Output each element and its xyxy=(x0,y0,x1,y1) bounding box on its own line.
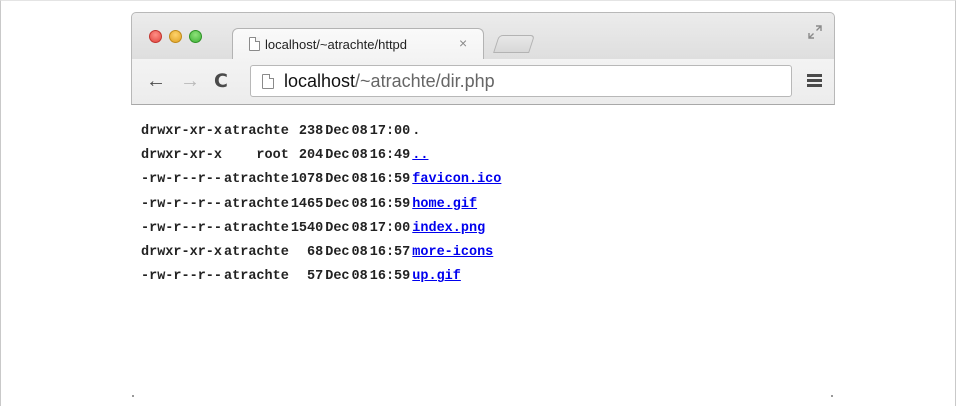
file-day: 08 xyxy=(351,147,368,163)
menu-bar xyxy=(807,84,822,87)
file-link[interactable]: favicon.ico xyxy=(412,172,501,187)
table-row: -rw-r--r-- atrachte 1078 Dec 08 16:59 favicon.… xyxy=(141,168,503,192)
file-day: 08 xyxy=(351,172,368,188)
file-permissions: -rw-r--r-- xyxy=(141,269,223,285)
file-month: Dec xyxy=(325,269,350,285)
file-permissions: drwxr-xr-x xyxy=(141,147,223,163)
file-name-cell[interactable]: index.png xyxy=(412,216,503,240)
minimize-window-icon[interactable] xyxy=(169,30,182,43)
page-icon xyxy=(249,37,260,51)
file-link[interactable]: index.png xyxy=(412,221,485,236)
table-row: -rw-r--r-- atrachte 1465 Dec 08 16:59 home.gif xyxy=(141,192,503,216)
tab-title: localhost/~atrachte/httpd xyxy=(265,37,408,52)
file-time: 17:00 xyxy=(369,220,411,236)
file-owner: root xyxy=(256,147,289,163)
hamburger-menu-icon[interactable] xyxy=(807,74,822,88)
file-day: 08 xyxy=(351,245,368,261)
file-month: Dec xyxy=(325,172,350,188)
file-size: 57 xyxy=(307,269,324,285)
file-day: 08 xyxy=(351,123,368,139)
file-name-cell[interactable]: favicon.ico xyxy=(412,168,503,192)
file-name-cell[interactable]: up.gif xyxy=(412,265,503,289)
address-bar[interactable]: localhost/~atrachte/dir.php xyxy=(250,65,792,97)
toolbar: ← → C localhost/~atrachte/dir.php xyxy=(131,59,835,105)
fullscreen-icon[interactable] xyxy=(808,25,822,39)
file-name-cell[interactable]: .. xyxy=(412,143,503,167)
file-size: 238 xyxy=(298,123,324,139)
file-size: 1540 xyxy=(290,220,324,236)
back-button[interactable]: ← xyxy=(146,71,166,91)
url-path: /~atrachte/dir.php xyxy=(355,71,495,91)
file-day: 08 xyxy=(351,269,368,285)
file-day: 08 xyxy=(351,220,368,236)
file-time: 16:59 xyxy=(369,269,411,285)
file-link[interactable]: more-icons xyxy=(412,245,493,260)
file-time: 17:00 xyxy=(369,123,411,139)
table-row: -rw-r--r-- atrachte 1540 Dec 08 17:00 index.pn… xyxy=(141,216,503,240)
menu-bar xyxy=(807,79,822,82)
file-name-cell[interactable]: home.gif xyxy=(412,192,503,216)
file-owner: atrachte xyxy=(224,269,289,285)
file-time: 16:49 xyxy=(369,147,411,163)
file-name: . xyxy=(412,123,421,139)
directory-listing: drwxr-xr-x atrachte 238 Dec 08 17:00. drwxr-xr… xyxy=(141,119,503,289)
browser-window: localhost/~atrachte/httpd × ← → C localh… xyxy=(131,12,835,406)
file-day: 08 xyxy=(351,196,368,212)
file-month: Dec xyxy=(325,245,350,261)
file-owner: atrachte xyxy=(224,196,289,212)
tab-strip: localhost/~atrachte/httpd × xyxy=(131,12,835,60)
file-permissions: -rw-r--r-- xyxy=(141,196,223,212)
file-time: 16:59 xyxy=(369,196,411,212)
file-permissions: drwxr-xr-x xyxy=(141,123,223,139)
table-row: drwxr-xr-x atrachte 68 Dec 08 16:57 more-icons xyxy=(141,240,503,264)
file-name-cell[interactable]: more-icons xyxy=(412,240,503,264)
file-month: Dec xyxy=(325,123,350,139)
file-time: 16:57 xyxy=(369,245,411,261)
reload-button[interactable]: C xyxy=(214,71,228,91)
table-row: drwxr-xr-x atrachte 238 Dec 08 17:00. xyxy=(141,119,503,143)
listing-table: drwxr-xr-x atrachte 238 Dec 08 17:00. drwxr-xr… xyxy=(141,119,503,289)
corner-mark xyxy=(132,395,134,397)
file-link[interactable]: up.gif xyxy=(412,269,461,284)
file-owner: atrachte xyxy=(224,220,289,236)
file-size: 204 xyxy=(298,147,324,163)
close-window-icon[interactable] xyxy=(149,30,162,43)
new-tab-button[interactable] xyxy=(493,35,535,53)
url-host: localhost xyxy=(284,71,356,91)
file-month: Dec xyxy=(325,220,350,236)
file-size: 1078 xyxy=(290,172,324,188)
page-icon xyxy=(262,74,274,89)
file-time: 16:59 xyxy=(369,172,411,188)
file-link[interactable]: .. xyxy=(412,148,428,163)
file-permissions: drwxr-xr-x xyxy=(141,245,223,261)
file-link[interactable]: home.gif xyxy=(412,197,477,212)
forward-button[interactable]: → xyxy=(180,71,200,91)
table-row: drwxr-xr-x root 204 Dec 08 16:49.. xyxy=(141,143,503,167)
file-owner: atrachte xyxy=(224,245,289,261)
url-text[interactable]: localhost/~atrachte/dir.php xyxy=(284,71,495,92)
file-owner: atrachte xyxy=(224,172,289,188)
file-permissions: -rw-r--r-- xyxy=(141,220,223,236)
zoom-window-icon[interactable] xyxy=(189,30,202,43)
tab-close-icon[interactable]: × xyxy=(459,35,467,51)
table-row: -rw-r--r-- atrachte 57 Dec 08 16:59 up.gif xyxy=(141,265,503,289)
file-size: 1465 xyxy=(290,196,324,212)
file-permissions: -rw-r--r-- xyxy=(141,172,223,188)
file-owner: atrachte xyxy=(224,123,289,139)
menu-bar xyxy=(807,74,822,77)
file-month: Dec xyxy=(325,147,350,163)
corner-mark xyxy=(831,395,833,397)
file-size: 68 xyxy=(307,245,324,261)
file-month: Dec xyxy=(325,196,350,212)
tab-active[interactable]: localhost/~atrachte/httpd × xyxy=(232,28,484,60)
